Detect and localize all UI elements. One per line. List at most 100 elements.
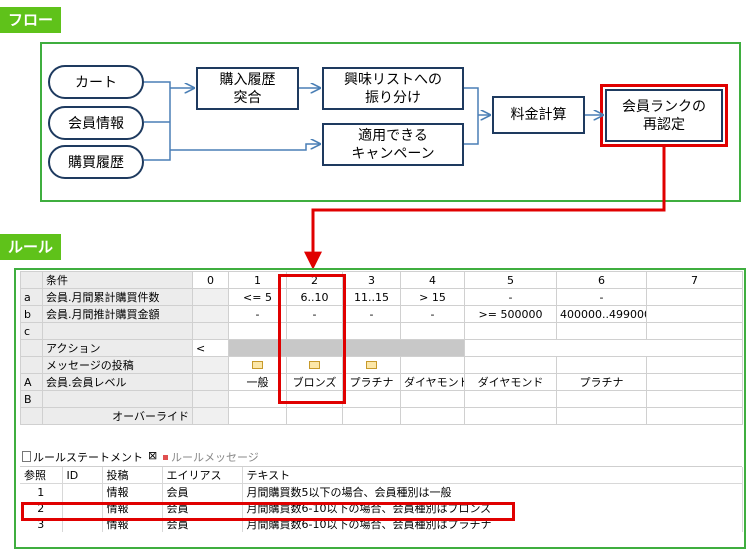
rule-cell[interactable] xyxy=(646,305,743,323)
rule-cell[interactable]: > 15 xyxy=(400,288,465,306)
rule-cell[interactable] xyxy=(342,390,401,408)
column-header[interactable]: 2 xyxy=(286,271,343,289)
row-id: b xyxy=(20,305,43,323)
condition-name[interactable] xyxy=(42,322,193,340)
condition-name[interactable]: 会員.月間推計購買金額 xyxy=(42,305,193,323)
rule-cell[interactable]: >= 500000 xyxy=(464,305,557,323)
rule-cell[interactable]: プラチナ xyxy=(556,373,647,391)
rule-cell[interactable] xyxy=(342,407,401,425)
rule-cell[interactable] xyxy=(192,288,229,306)
column-header[interactable]: 参照 xyxy=(20,467,63,484)
column-header[interactable]: ID xyxy=(62,467,103,484)
rule-cell[interactable] xyxy=(400,390,465,408)
column-header[interactable]: エイリアス xyxy=(162,467,243,484)
rule-cell[interactable] xyxy=(192,373,229,391)
id-cell xyxy=(62,500,103,516)
rule-cell[interactable]: - xyxy=(400,305,465,323)
rule-cell[interactable]: - xyxy=(556,288,647,306)
column-header[interactable]: 1 xyxy=(228,271,287,289)
rule-cell[interactable] xyxy=(228,322,287,340)
rule-cell[interactable]: ダイヤモンド xyxy=(464,373,557,391)
rule-cell[interactable]: - xyxy=(286,305,343,323)
rule-cell[interactable]: 一般 xyxy=(228,373,287,391)
rule-cell[interactable] xyxy=(286,407,343,425)
rule-cell[interactable] xyxy=(342,322,401,340)
rule-cell[interactable] xyxy=(556,390,647,408)
rule-cell[interactable] xyxy=(228,407,287,425)
rule-cell[interactable] xyxy=(192,305,229,323)
column-header[interactable]: 3 xyxy=(342,271,401,289)
column-header[interactable]: 5 xyxy=(464,271,557,289)
rule-cell[interactable] xyxy=(228,356,287,374)
rule-cell[interactable] xyxy=(400,322,465,340)
table-row[interactable]: 1 情報 会員 月間購買数5以下の場合、会員種別は一般 xyxy=(20,483,743,500)
rule-cell[interactable] xyxy=(400,356,465,374)
rule-cell[interactable] xyxy=(192,356,229,374)
ref-cell: 1 xyxy=(20,483,63,500)
tab-rule-statements[interactable]: ルールステートメント xyxy=(22,449,143,465)
rule-cell[interactable] xyxy=(286,356,343,374)
rule-cell[interactable] xyxy=(400,407,465,425)
action-row: B xyxy=(20,390,743,408)
rule-cell[interactable]: - xyxy=(464,288,557,306)
rule-cell[interactable] xyxy=(192,407,229,425)
rule-cell[interactable] xyxy=(646,373,743,391)
horizontal-scrollbar-track[interactable] xyxy=(464,339,743,357)
alias-cell: 会員 xyxy=(162,483,243,500)
column-header[interactable]: 投稿 xyxy=(102,467,163,484)
scroll-left-button[interactable]: < xyxy=(192,339,229,357)
message-icon xyxy=(309,360,320,369)
rule-cell[interactable]: - xyxy=(342,305,401,323)
rule-cell[interactable]: 6..10 xyxy=(286,288,343,306)
rule-cell[interactable]: <= 5 xyxy=(228,288,287,306)
rule-cell[interactable] xyxy=(646,356,743,374)
rule-cell[interactable] xyxy=(556,322,647,340)
id-cell xyxy=(62,516,103,532)
action-row: メッセージの投稿 xyxy=(20,356,743,374)
rule-cell[interactable]: - xyxy=(228,305,287,323)
rule-cell[interactable]: ダイヤモンド xyxy=(400,373,465,391)
column-header[interactable]: テキスト xyxy=(242,467,743,484)
rule-cell[interactable] xyxy=(464,407,557,425)
tab-close-icon[interactable]: ⊠ xyxy=(148,449,157,462)
rule-cell[interactable] xyxy=(464,322,557,340)
tab-rule-messages[interactable]: ルールメッセージ xyxy=(163,449,259,465)
action-name[interactable]: 会員.会員レベル xyxy=(42,373,193,391)
rule-cell[interactable] xyxy=(464,356,557,374)
column-header[interactable]: 4 xyxy=(400,271,465,289)
rule-cell[interactable] xyxy=(342,356,401,374)
rule-cell[interactable] xyxy=(192,390,229,408)
rule-cell[interactable] xyxy=(556,407,647,425)
rule-cell[interactable] xyxy=(646,288,743,306)
text-cell: 月間購買数5以下の場合、会員種別は一般 xyxy=(242,483,743,500)
action-name[interactable]: メッセージの投稿 xyxy=(42,356,193,374)
column-header[interactable]: 0 xyxy=(192,271,229,289)
rule-cell[interactable]: プラチナ xyxy=(342,373,401,391)
rule-cell[interactable] xyxy=(228,390,287,408)
horizontal-scrollbar-thumb[interactable] xyxy=(228,339,465,357)
header-row: 条件 0 1 2 3 4 5 6 7 xyxy=(20,271,743,289)
rule-cell[interactable] xyxy=(286,322,343,340)
rule-cell[interactable]: 11..15 xyxy=(342,288,401,306)
column-header[interactable]: 7 xyxy=(646,271,743,289)
column-header[interactable]: 6 xyxy=(556,271,647,289)
table-row[interactable]: 2 情報 会員 月間購買数6-10以下の場合、会員種別はブロンズ xyxy=(20,500,743,516)
rule-cell[interactable] xyxy=(646,407,743,425)
statement-tabs: ルールステートメント ⊠ ルールメッセージ xyxy=(20,446,742,467)
rule-cell[interactable] xyxy=(646,322,743,340)
rule-cell[interactable]: ブロンズ xyxy=(286,373,343,391)
rule-cell[interactable] xyxy=(646,390,743,408)
rule-cell[interactable] xyxy=(556,356,647,374)
message-icon xyxy=(366,360,377,369)
table-row[interactable]: 3 情報 会員 月間購買数6-10以下の場合、会員種別はプラチナ xyxy=(20,516,743,532)
rule-cell[interactable] xyxy=(192,322,229,340)
message-square-icon xyxy=(163,455,168,460)
rule-cell[interactable] xyxy=(286,390,343,408)
statement-table: 参照 ID 投稿 エイリアス テキスト 1 情報 会員 月間購買数5以下の場合、… xyxy=(20,467,743,532)
rule-cell[interactable] xyxy=(464,390,557,408)
condition-name[interactable]: 会員.月間累計購買件数 xyxy=(42,288,193,306)
post-cell: 情報 xyxy=(102,516,163,532)
rule-cell[interactable]: 400000..499000 xyxy=(556,305,647,323)
action-name[interactable] xyxy=(42,390,193,408)
message-icon xyxy=(252,360,263,369)
